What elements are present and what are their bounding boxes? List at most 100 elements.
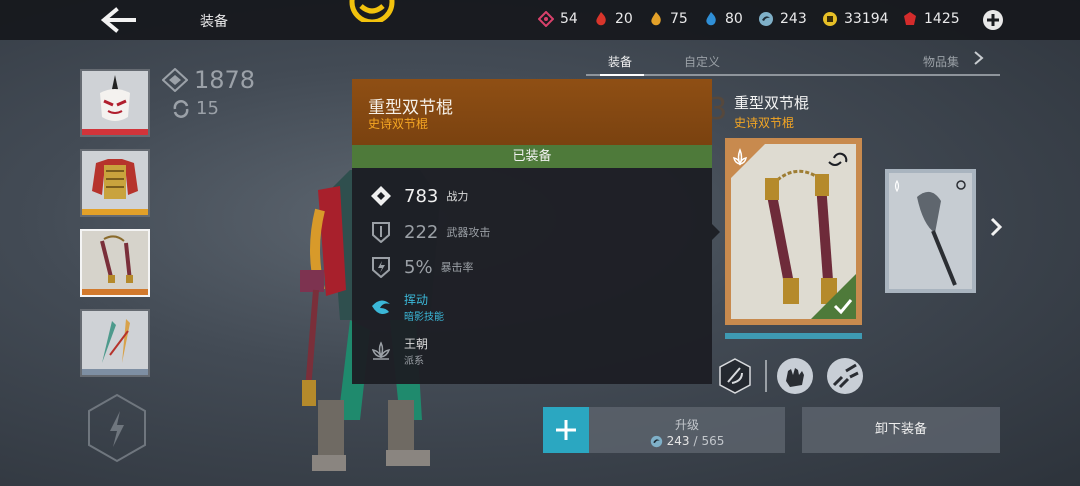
panel-item-rarity: 史诗双节棍 [368, 117, 429, 131]
player-power: 1878 [162, 66, 255, 94]
skill-separator [765, 360, 767, 392]
lightning-shield-icon [372, 257, 390, 278]
currency-red-flame: 20 [593, 11, 633, 27]
glaive-art [889, 173, 972, 289]
skill-hex-icon[interactable] [716, 357, 754, 395]
fist-skill-icon[interactable] [776, 357, 814, 395]
skill-name: 挥动 [404, 293, 429, 307]
strike-skill-icon[interactable] [826, 357, 864, 395]
faction-name: 王朝 [404, 337, 429, 351]
currency-value: 54 [560, 11, 578, 27]
slot-armor[interactable] [80, 149, 150, 217]
ruby-icon [904, 12, 916, 25]
panel-header: 重型双节棍 史诗双节棍 [352, 79, 712, 145]
chevron-right-icon[interactable] [988, 215, 1004, 239]
upgrade-cost: 243 / 565 [589, 434, 785, 448]
skill-type: 暗影技能 [404, 312, 444, 323]
slot-ranged[interactable] [80, 309, 150, 377]
unequip-button[interactable]: 卸下装备 [802, 407, 1000, 453]
top-bar: 装备 54 20 75 80 243 33194 1425 [0, 0, 1080, 40]
tab-equipment[interactable]: 装备 [608, 53, 632, 70]
attack-stat-value: 222 [404, 221, 439, 243]
back-arrow-icon[interactable] [98, 6, 138, 34]
crit-stat-label: 暴击率 [440, 261, 474, 274]
power-stat-value: 783 [404, 185, 439, 207]
rarity-bar [82, 289, 148, 295]
faction-row: 王朝 派系 [370, 335, 428, 367]
faction-type: 派系 [404, 356, 424, 367]
rarity-bar [82, 369, 148, 375]
armor-icon [82, 151, 148, 209]
stat-power-row: 783 战力 [370, 185, 468, 207]
power-diamond-icon [162, 68, 188, 92]
item-detail-panel: 重型双节棍 史诗双节棍 已装备 783 战力 222 武器攻击 5% 暴击率 挥… [352, 79, 712, 384]
upgrade-button[interactable]: 升级 243 / 565 [589, 407, 785, 453]
currency-ruby: 1425 [902, 11, 960, 27]
currency-value: 33194 [844, 11, 889, 27]
panel-pointer [712, 224, 720, 240]
shadow-skill-swirl-icon [372, 300, 390, 314]
currency-value: 75 [670, 11, 688, 27]
nunchaku-art [731, 144, 856, 319]
shadow-swirl-icon [759, 12, 773, 26]
blue-flame-icon [706, 12, 716, 26]
game-logo-icon [349, 0, 395, 22]
power-stat-label: 战力 [446, 190, 469, 203]
equipped-status-bar: 已装备 [352, 145, 712, 168]
player-level: 15 [172, 98, 219, 119]
currency-value: 80 [725, 11, 743, 27]
power-diamond-icon [371, 186, 391, 206]
active-tab-indicator [600, 74, 644, 76]
slot-helmet[interactable] [80, 69, 150, 137]
currency-value: 1425 [924, 11, 960, 27]
currency-value: 20 [615, 11, 633, 27]
skill-text: 挥动 暗影技能 [404, 291, 444, 323]
crit-stat-value: 5% [404, 256, 433, 278]
next-item-card[interactable] [885, 169, 976, 293]
power-up-icon[interactable] [86, 393, 148, 463]
tab-item-set[interactable]: 物品集 [923, 53, 959, 70]
shadow-skill-row: 挥动 暗影技能 [370, 291, 444, 323]
sword-shield-icon [372, 222, 390, 243]
shadow-swirl-icon [650, 435, 662, 447]
upgrade-current: 243 [666, 434, 690, 448]
level-value: 15 [196, 98, 219, 119]
currency-coin: 33194 [822, 11, 889, 27]
currency-pink-gem: 54 [538, 11, 578, 27]
pink-gem-icon [538, 11, 554, 27]
equipped-item-card[interactable] [725, 138, 862, 325]
helmet-icon [82, 71, 148, 129]
add-button[interactable] [543, 407, 589, 453]
tab-custom[interactable]: 自定义 [684, 53, 720, 70]
currency-gold-flame: 75 [648, 11, 688, 27]
currency-shadow: 243 [758, 11, 807, 27]
upgrade-max: 565 [701, 434, 725, 448]
plus-icon [556, 420, 576, 440]
dynasty-lotus-icon [371, 341, 391, 360]
kunai-icon [82, 311, 148, 369]
item-progress-bar [725, 333, 862, 339]
chevron-right-icon[interactable] [972, 51, 984, 65]
rarity-bar [82, 209, 148, 215]
gold-coin-icon [823, 12, 837, 26]
next-item-art [889, 173, 972, 289]
equipment-tabs: 装备 自定义 物品集 [586, 50, 1000, 76]
faction-text: 王朝 派系 [404, 335, 428, 367]
slot-weapon[interactable] [80, 229, 150, 297]
red-flame-icon [596, 12, 606, 26]
rarity-bar [82, 129, 148, 135]
item-rarity: 史诗双节棍 [734, 116, 795, 130]
item-card-art [731, 144, 856, 319]
attack-stat-label: 武器攻击 [446, 226, 491, 239]
power-value: 1878 [194, 66, 256, 94]
page-title: 装备 [200, 14, 228, 30]
currency-value: 243 [780, 11, 807, 27]
stat-attack-row: 222 武器攻击 [370, 221, 490, 243]
add-currency-icon[interactable] [982, 9, 1004, 31]
currency-blue-flame: 80 [703, 11, 743, 27]
level-swirl-icon [173, 99, 189, 118]
item-name: 重型双节棍 [734, 94, 810, 112]
stat-crit-row: 5% 暴击率 [370, 256, 474, 278]
upgrade-slash: / [693, 434, 698, 448]
gold-flame-icon [651, 12, 661, 26]
